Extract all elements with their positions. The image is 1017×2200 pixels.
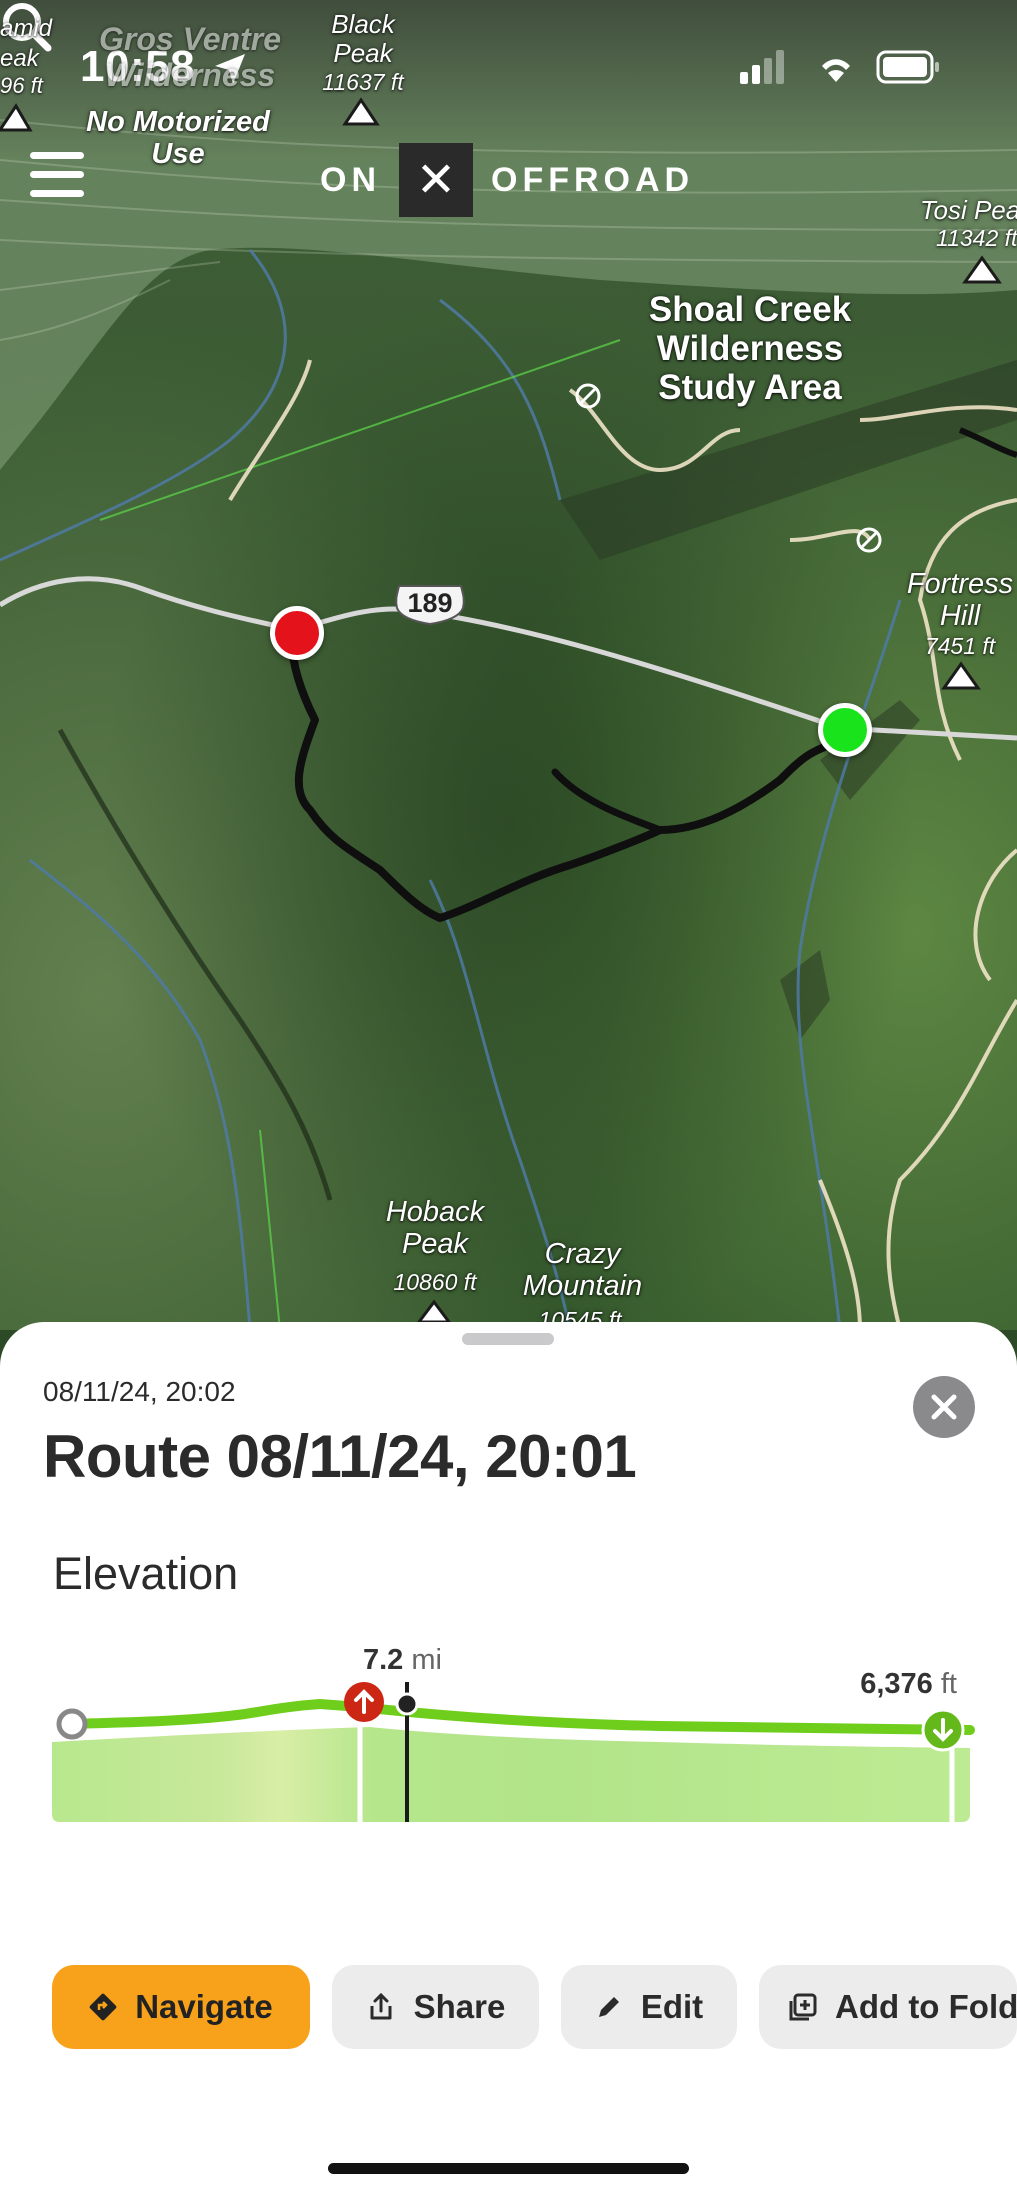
onx-offroad-logo: ON ✕ OFFROAD	[320, 142, 694, 218]
navigate-button[interactable]: Navigate	[52, 1965, 310, 2049]
sheet-grabber[interactable]	[462, 1333, 554, 1345]
label-shoal-creek: Shoal Creek Wilderness Study Area	[648, 290, 852, 408]
route-title: Route 08/11/24, 20:01	[43, 1423, 637, 1490]
elevation-area	[52, 1727, 970, 1822]
highway-number: 189	[407, 588, 453, 618]
map-view[interactable]: 10:58 ON ✕ OFFROAD Gros Ventre Wildernes…	[0, 0, 1017, 1333]
route-date: 08/11/24, 20:02	[43, 1376, 236, 1407]
add-to-folder-label: Add to Fold	[835, 1988, 1017, 2025]
share-button[interactable]: Share	[332, 1965, 539, 2049]
close-icon	[931, 1394, 957, 1420]
elevation-profile-chart[interactable]	[40, 1632, 1000, 1822]
navigate-icon	[89, 1993, 117, 2021]
home-indicator	[328, 2163, 689, 2174]
elevation-line	[65, 1698, 975, 1735]
label-black-peak-elev: 11637 ft	[322, 69, 404, 95]
label-pyramid-peak: eak	[0, 45, 39, 72]
logo-x-mark: ✕	[399, 143, 473, 217]
route-start-marker[interactable]	[270, 606, 324, 660]
share-label: Share	[413, 1988, 506, 2025]
navigate-label: Navigate	[135, 1988, 273, 2025]
label-fortress-hill-elev: 7451 ft	[924, 633, 996, 659]
status-icons	[740, 50, 939, 84]
add-folder-icon	[789, 1993, 817, 2021]
label-hoback-peak: Hoback Peak	[385, 1196, 485, 1261]
elevation-section-label: Elevation	[53, 1548, 239, 1599]
edit-label: Edit	[640, 1988, 704, 2025]
share-icon	[370, 1992, 392, 2020]
edit-button[interactable]: Edit	[561, 1965, 737, 2049]
highway-shield: 189	[393, 584, 467, 626]
label-hoback-peak-elev: 10860 ft	[393, 1269, 477, 1295]
route-end-marker[interactable]	[818, 703, 872, 757]
route-detail-sheet: 08/11/24, 20:02 Route 08/11/24, 20:01 El…	[0, 1322, 1017, 2200]
low-point-marker	[921, 1708, 965, 1752]
start-point-marker	[56, 1708, 88, 1740]
signal-icon	[740, 50, 784, 84]
high-point-marker	[344, 1682, 384, 1722]
scrubber-handle[interactable]	[395, 1692, 419, 1716]
label-no-motorized: No Motorized Use	[86, 106, 270, 171]
battery-icon	[876, 50, 939, 84]
label-tosi-peak-elev: 11342 ft	[936, 225, 1017, 251]
label-pyramid: amid	[0, 15, 52, 43]
label-black-peak: Black Peak	[331, 9, 395, 69]
wifi-icon	[822, 59, 850, 82]
label-gros-ventre: Gros Ventre Wilderness	[99, 21, 281, 93]
label-pyramid-elev: 96 ft	[0, 73, 43, 98]
add-to-folder-button[interactable]: Add to Fold	[759, 1965, 1017, 2049]
label-crazy-mountain: Crazy Mountain	[522, 1238, 643, 1303]
close-button[interactable]	[913, 1376, 975, 1438]
pencil-icon	[598, 1997, 619, 2017]
label-fortress-hill: Fortress Hill	[906, 568, 1014, 633]
label-tosi-peak: Tosi Pea	[920, 195, 1017, 225]
